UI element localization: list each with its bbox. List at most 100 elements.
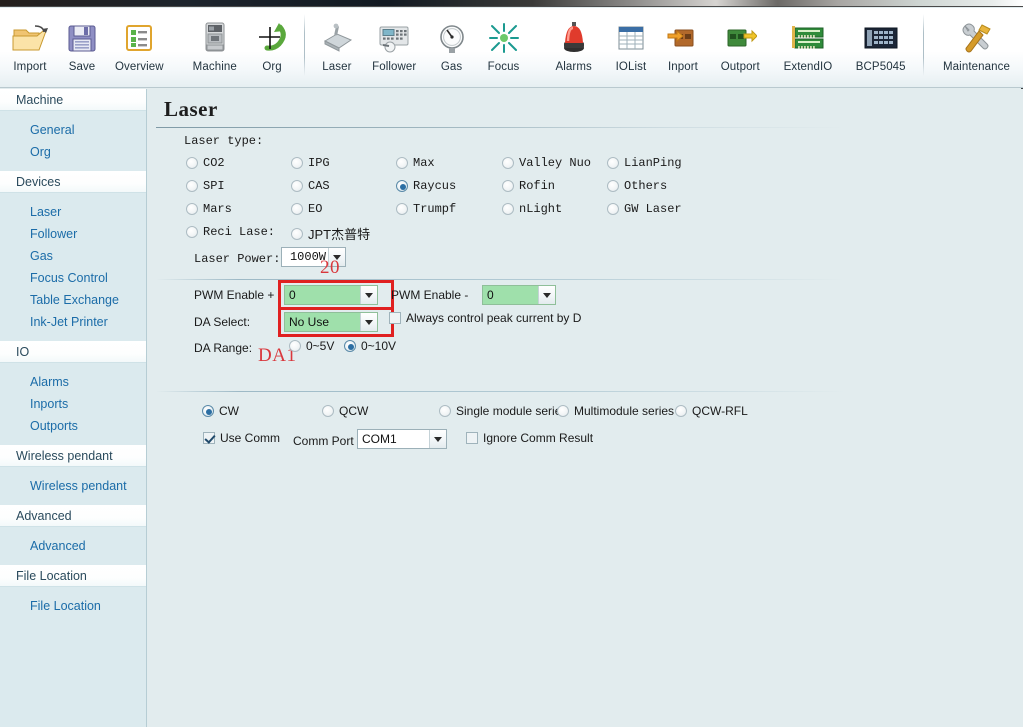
toolbar-button-laser[interactable]: Laser [311,8,363,86]
pwm-enable-minus-combo[interactable]: 0 [482,285,556,305]
comm-port-combo[interactable]: COM1 [357,429,447,449]
sidebar-item-outports[interactable]: Outports [0,415,146,437]
toolbar-label: IOList [616,61,647,73]
pwm-enable-minus-value: 0 [483,288,538,302]
radio-laser-type-others[interactable]: Others [607,179,667,193]
radio-laser-type-rofin[interactable]: Rofin [502,179,555,193]
list-overview-icon [122,17,156,59]
radio-dot-icon [396,180,408,192]
radio-dot-icon [557,405,569,417]
radio-laser-type-raycus[interactable]: Raycus [396,179,456,193]
radio-label: Max [413,156,435,170]
toolbar-button-overview[interactable]: Overview [108,8,171,86]
radio-label: QCW [339,404,368,418]
sidebar-item-alarms[interactable]: Alarms [0,371,146,393]
radio-laser-type-reci-lase[interactable]: Reci Lase: [186,225,275,239]
sidebar-item-file-location[interactable]: File Location [0,595,146,617]
radio-laser-type-lianping[interactable]: LianPing [607,156,682,170]
radio-label: CW [219,404,239,418]
toolbar-label: Follower [372,61,416,73]
toolbar-label: Machine [193,61,237,73]
sidebar-item-wireless-pendant[interactable]: Wireless pendant [0,475,146,497]
radio-label: EO [308,202,322,216]
toolbar-button-alarms[interactable]: Alarms [542,8,605,86]
radio-label: Trumpf [413,202,456,216]
toolbar-button-org[interactable]: Org [246,8,298,86]
sidebar-item-advanced[interactable]: Advanced [0,535,146,557]
ignore-comm-result-label: Ignore Comm Result [483,431,593,445]
radio-label: Reci Lase: [203,225,275,239]
radio-laser-type-cas[interactable]: CAS [291,179,330,193]
toolbar-button-outport[interactable]: Outport [709,8,772,86]
always-peak-current-checkbox[interactable]: Always control peak current by D [389,311,581,325]
sidebar-item-inports[interactable]: Inports [0,393,146,415]
toolbar-button-machine[interactable]: Machine [183,8,246,86]
radio-mode-single-module-series[interactable]: Single module series [439,404,567,418]
pwm-enable-plus-combo[interactable]: 0 [284,285,378,305]
toolbar-button-follower[interactable]: Follower [363,8,426,86]
chevron-down-icon[interactable] [538,286,555,304]
follower-controller-icon [375,17,413,59]
toolbar-label: BCP5045 [856,61,906,73]
wrench-hammer-icon [957,17,995,59]
toolbar-button-save[interactable]: Save [56,8,108,86]
radio-mode-multimodule-series[interactable]: Multimodule series [557,404,674,418]
radio-dot-icon [291,180,303,192]
radio-laser-type-spi[interactable]: SPI [186,179,225,193]
chevron-down-icon[interactable] [360,313,377,331]
origin-arrow-icon [254,17,290,59]
toolbar-button-gas[interactable]: Gas [426,8,478,86]
radio-dot-icon [186,157,198,169]
radio-mode-cw[interactable]: CW [202,404,239,418]
sidebar-header-io: IO [0,341,146,363]
toolbar-button-import-file[interactable]: Import [4,8,56,86]
gas-gauge-icon [435,17,469,59]
sidebar-item-follower[interactable]: Follower [0,223,146,245]
radio-laser-type-co2[interactable]: CO2 [186,156,225,170]
radio-laser-type-trumpf[interactable]: Trumpf [396,202,456,216]
radio-laser-type-ipg[interactable]: IPG [291,156,330,170]
toolbar-button-inport[interactable]: Inport [657,8,709,86]
sidebar-item-laser[interactable]: Laser [0,201,146,223]
toolbar-button-maintenance[interactable]: Maintenance [930,8,1023,86]
radio-dot-icon [502,180,514,192]
toolbar-button-extendio[interactable]: ExtendIO [772,8,845,86]
toolbar-button-iolist[interactable]: IOList [605,8,657,86]
radio-da-range-0-10v[interactable]: 0~10V [344,339,396,353]
toolbar-button-focus[interactable]: Focus [478,8,530,86]
sidebar-item-table-exchange[interactable]: Table Exchange [0,289,146,311]
toolbar-separator [304,14,305,76]
radio-laser-type-jpt[interactable]: JPT杰普特 [291,224,370,243]
chevron-down-icon[interactable] [429,430,446,448]
radio-laser-type-valley-nuo[interactable]: Valley Nuo [502,156,591,170]
chevron-down-icon[interactable] [360,286,377,304]
radio-da-range-0-5v[interactable]: 0~5V [289,339,334,353]
sidebar-item-ink-jet-printer[interactable]: Ink-Jet Printer [0,311,146,333]
section-divider-1 [156,279,846,280]
sidebar-item-focus-control[interactable]: Focus Control [0,267,146,289]
sidebar-item-general[interactable]: General [0,119,146,141]
radio-dot-icon [186,180,198,192]
radio-laser-type-eo[interactable]: EO [291,202,322,216]
radio-mode-qcw-rfl[interactable]: QCW-RFL [675,404,748,418]
radio-label: CAS [308,179,330,193]
radio-laser-type-nlight[interactable]: nLight [502,202,562,216]
radio-mode-qcw[interactable]: QCW [322,404,368,418]
radio-dot-icon [502,157,514,169]
da-select-combo[interactable]: No Use [284,312,378,332]
ignore-comm-result-checkbox[interactable]: Ignore Comm Result [466,431,593,445]
toolbar-label: Laser [322,61,351,73]
radio-laser-type-gw-laser[interactable]: GW Laser [607,202,682,216]
section-divider-2 [156,391,846,392]
radio-dot-icon [202,405,214,417]
use-comm-checkbox[interactable]: Use Comm [203,431,280,445]
radio-laser-type-max[interactable]: Max [396,156,435,170]
sidebar-header-advanced: Advanced [0,505,146,527]
radio-label: nLight [519,202,562,216]
toolbar-label: Maintenance [943,61,1010,73]
toolbar-button-bcp5045[interactable]: BCP5045 [844,8,917,86]
radio-laser-type-mars[interactable]: Mars [186,202,232,216]
toolbar-label: Inport [668,61,698,73]
sidebar-item-gas[interactable]: Gas [0,245,146,267]
sidebar-item-org[interactable]: Org [0,141,146,163]
